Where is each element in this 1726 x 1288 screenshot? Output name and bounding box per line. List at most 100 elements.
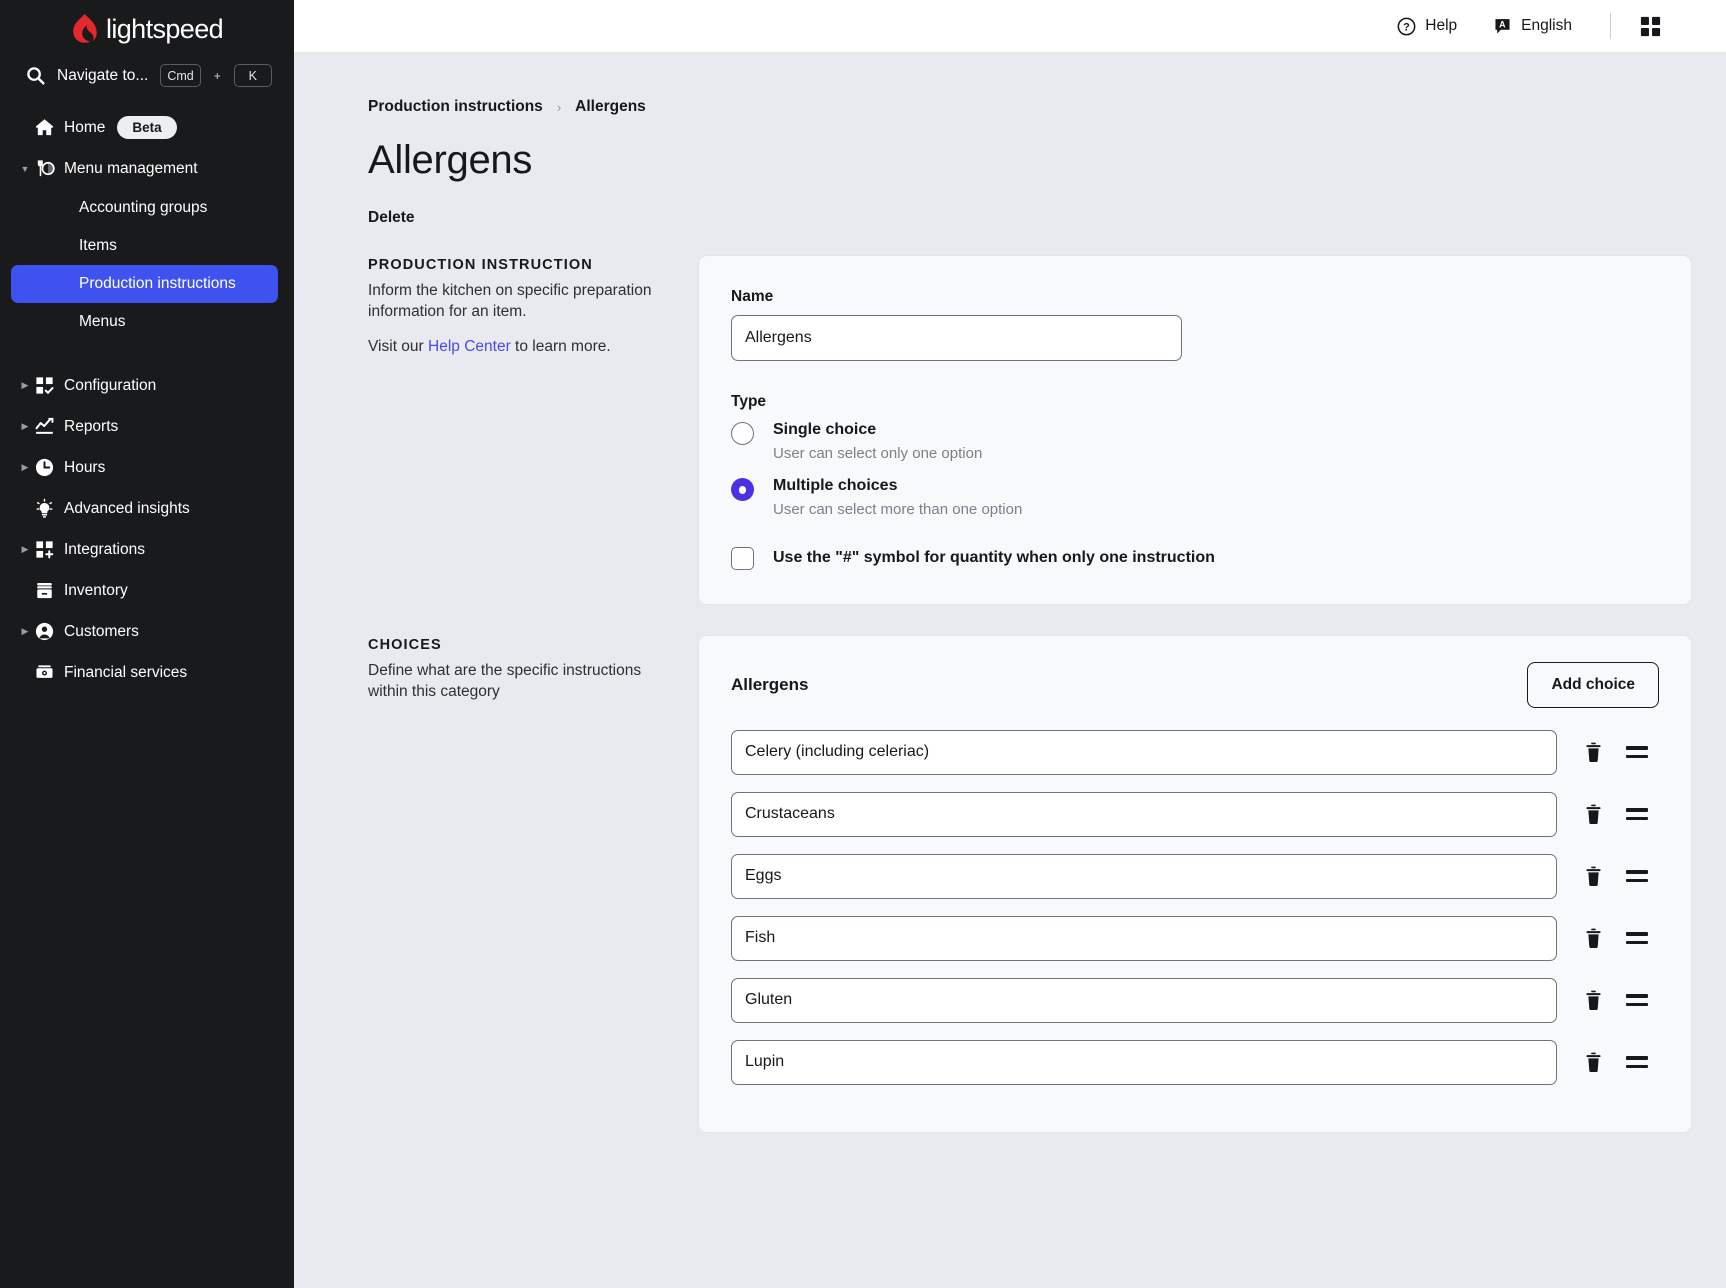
production-instruction-desc: Inform the kitchen on specific preparati…: [368, 280, 658, 322]
page-title: Allergens: [368, 138, 1692, 183]
sidebar-item-advanced-insights[interactable]: ▶ Advanced insights: [0, 488, 294, 529]
choice-input[interactable]: Lupin: [731, 1040, 1557, 1085]
radio-multiple-choices[interactable]: Multiple choices User can select more th…: [731, 476, 1653, 519]
delete-choice-button[interactable]: [1571, 990, 1615, 1011]
choice-row: Crustaceans: [731, 792, 1659, 837]
box-icon: [34, 580, 64, 601]
topbar-divider: [1610, 13, 1611, 39]
search-icon: [26, 66, 45, 85]
visit-suffix: to learn more.: [511, 338, 611, 355]
trash-icon: [1584, 1052, 1603, 1073]
sidebar-subitem-menus-label: Menus: [79, 313, 126, 331]
brand-logo[interactable]: lightspeed: [0, 0, 294, 52]
language-button[interactable]: A English: [1475, 17, 1590, 36]
sidebar-subitem-production-instructions[interactable]: Production instructions: [11, 265, 278, 303]
drag-handle-icon: [1626, 994, 1648, 1006]
sidebar-item-customers[interactable]: ▶ Customers: [0, 611, 294, 652]
sidebar-subitem-accounting-groups[interactable]: Accounting groups: [11, 189, 278, 227]
sidebar-item-home[interactable]: ▶ Home Beta: [0, 107, 294, 148]
sidebar-subitem-items[interactable]: Items: [11, 227, 278, 265]
nav-divider-space: [0, 341, 294, 365]
drag-handle[interactable]: [1615, 932, 1659, 944]
sidebar-item-menu-management-label: Menu management: [64, 160, 198, 178]
shortcut-cmd: Cmd: [160, 64, 200, 87]
lightspeed-flame-icon: [71, 14, 97, 44]
choice-input[interactable]: Eggs: [731, 854, 1557, 899]
add-choice-button[interactable]: Add choice: [1527, 662, 1659, 708]
radio-multiple-choices-circle[interactable]: [731, 478, 754, 501]
sidebar-item-financial-services[interactable]: ▶ Financial services: [0, 652, 294, 693]
choice-input[interactable]: Celery (including celeriac): [731, 730, 1557, 775]
radio-single-choice-circle[interactable]: [731, 422, 754, 445]
sidebar-item-reports[interactable]: ▶ Reports: [0, 406, 294, 447]
sidebar-nav: ▶ Home Beta ▼ Menu management: [0, 101, 294, 693]
svg-text:A: A: [1499, 19, 1506, 29]
help-button[interactable]: ? Help: [1379, 17, 1475, 36]
choice-input[interactable]: Gluten: [731, 978, 1557, 1023]
sidebar-item-hours[interactable]: ▶ Hours: [0, 447, 294, 488]
delete-choice-button[interactable]: [1571, 1052, 1615, 1073]
clock-icon: [34, 457, 64, 478]
hash-symbol-checkbox-row[interactable]: Use the "#" symbol for quantity when onl…: [731, 547, 1653, 570]
sidebar-item-reports-label: Reports: [64, 418, 118, 436]
trash-icon: [1584, 742, 1603, 763]
user-circle-icon: [34, 621, 64, 642]
drag-handle[interactable]: [1615, 1056, 1659, 1068]
choice-input[interactable]: Fish: [731, 916, 1557, 961]
breadcrumb-separator-icon: ›: [557, 100, 561, 115]
delete-choice-button[interactable]: [1571, 742, 1615, 763]
visit-prefix: Visit our: [368, 338, 428, 355]
grid-plus-icon: [34, 539, 64, 560]
sidebar-item-integrations[interactable]: ▶ Integrations: [0, 529, 294, 570]
sidebar-subitem-production-instructions-label: Production instructions: [79, 275, 236, 293]
radio-single-choice[interactable]: Single choice User can select only one o…: [731, 420, 1653, 463]
choice-input[interactable]: Crustaceans: [731, 792, 1557, 837]
hash-symbol-checkbox[interactable]: [731, 547, 754, 570]
choices-header: Allergens Add choice: [731, 662, 1659, 708]
delete-choice-button[interactable]: [1571, 866, 1615, 887]
help-center-link[interactable]: Help Center: [428, 338, 511, 355]
drag-handle[interactable]: [1615, 870, 1659, 882]
topbar: ? Help A English: [294, 0, 1726, 53]
choice-row: Eggs: [731, 854, 1659, 899]
menu-management-icon: [34, 158, 64, 179]
delete-choice-button[interactable]: [1571, 928, 1615, 949]
navigate-search[interactable]: Navigate to... Cmd + K: [0, 52, 294, 101]
sidebar-subitem-items-label: Items: [79, 237, 117, 255]
caret-right-icon[interactable]: ▶: [16, 462, 34, 473]
production-instruction-kicker: PRODUCTION INSTRUCTION: [368, 257, 658, 273]
apps-grid-button[interactable]: [1633, 15, 1668, 38]
production-instruction-help-line: Visit our Help Center to learn more.: [368, 336, 658, 357]
name-input[interactable]: Allergens: [731, 315, 1182, 361]
sidebar-item-hours-label: Hours: [64, 459, 105, 477]
production-instruction-section: PRODUCTION INSTRUCTION Inform the kitche…: [368, 255, 1692, 605]
grid-apps-icon: [1639, 15, 1662, 38]
drag-handle[interactable]: [1615, 808, 1659, 820]
caret-down-icon[interactable]: ▼: [16, 164, 34, 174]
sidebar-item-inventory-label: Inventory: [64, 582, 128, 600]
sidebar-item-menu-management[interactable]: ▼ Menu management: [0, 148, 294, 189]
home-beta-badge: Beta: [117, 116, 176, 140]
sidebar-item-financial-services-label: Financial services: [64, 664, 187, 682]
home-icon: [34, 117, 64, 138]
caret-right-icon[interactable]: ▶: [16, 380, 34, 391]
sidebar-item-configuration[interactable]: ▶ Configuration: [0, 365, 294, 406]
sidebar-item-inventory[interactable]: ▶ Inventory: [0, 570, 294, 611]
drag-handle-icon: [1626, 746, 1648, 758]
trash-icon: [1584, 928, 1603, 949]
caret-right-icon[interactable]: ▶: [16, 421, 34, 432]
sidebar-item-integrations-label: Integrations: [64, 541, 145, 559]
trash-icon: [1584, 990, 1603, 1011]
delete-choice-button[interactable]: [1571, 804, 1615, 825]
caret-right-icon[interactable]: ▶: [16, 626, 34, 637]
drag-handle[interactable]: [1615, 746, 1659, 758]
sidebar-subitem-menus[interactable]: Menus: [11, 303, 278, 341]
navigate-label: Navigate to...: [57, 67, 148, 85]
delete-button[interactable]: Delete: [368, 209, 415, 227]
breadcrumb-parent[interactable]: Production instructions: [368, 98, 543, 116]
language-label: English: [1521, 17, 1572, 35]
sidebar-item-configuration-label: Configuration: [64, 377, 156, 395]
radio-single-choice-desc: User can select only one option: [773, 444, 982, 464]
drag-handle[interactable]: [1615, 994, 1659, 1006]
caret-right-icon[interactable]: ▶: [16, 544, 34, 555]
